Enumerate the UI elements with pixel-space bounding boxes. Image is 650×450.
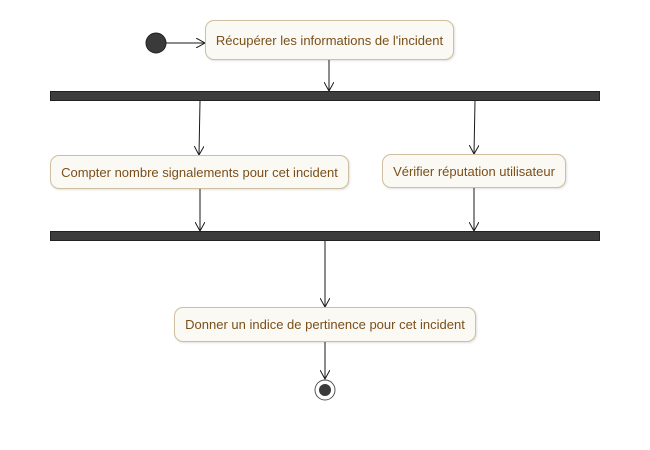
join-bar xyxy=(50,231,600,241)
action-count-reports[interactable]: Compter nombre signalements pour cet inc… xyxy=(50,155,349,189)
action-count-reports-label: Compter nombre signalements pour cet inc… xyxy=(61,164,338,180)
action-verify-reputation-label: Vérifier réputation utilisateur xyxy=(393,163,555,179)
fork-bar xyxy=(50,91,600,101)
edge-fork-to-verify xyxy=(474,100,475,154)
edge-layer xyxy=(145,32,650,401)
action-relevance-score[interactable]: Donner un indice de pertinence pour cet … xyxy=(174,307,476,342)
action-retrieve-incident-label: Récupérer les informations de l'incident xyxy=(215,32,444,48)
edge-fork-to-count xyxy=(199,100,200,155)
action-relevance-score-label: Donner un indice de pertinence pour cet … xyxy=(185,317,465,332)
final-node-inner xyxy=(319,384,331,396)
initial-node xyxy=(145,32,167,54)
activity-diagram: Récupérer les informations de l'incident… xyxy=(0,0,650,450)
action-verify-reputation[interactable]: Vérifier réputation utilisateur xyxy=(382,154,566,188)
action-retrieve-incident[interactable]: Récupérer les informations de l'incident xyxy=(205,20,454,60)
